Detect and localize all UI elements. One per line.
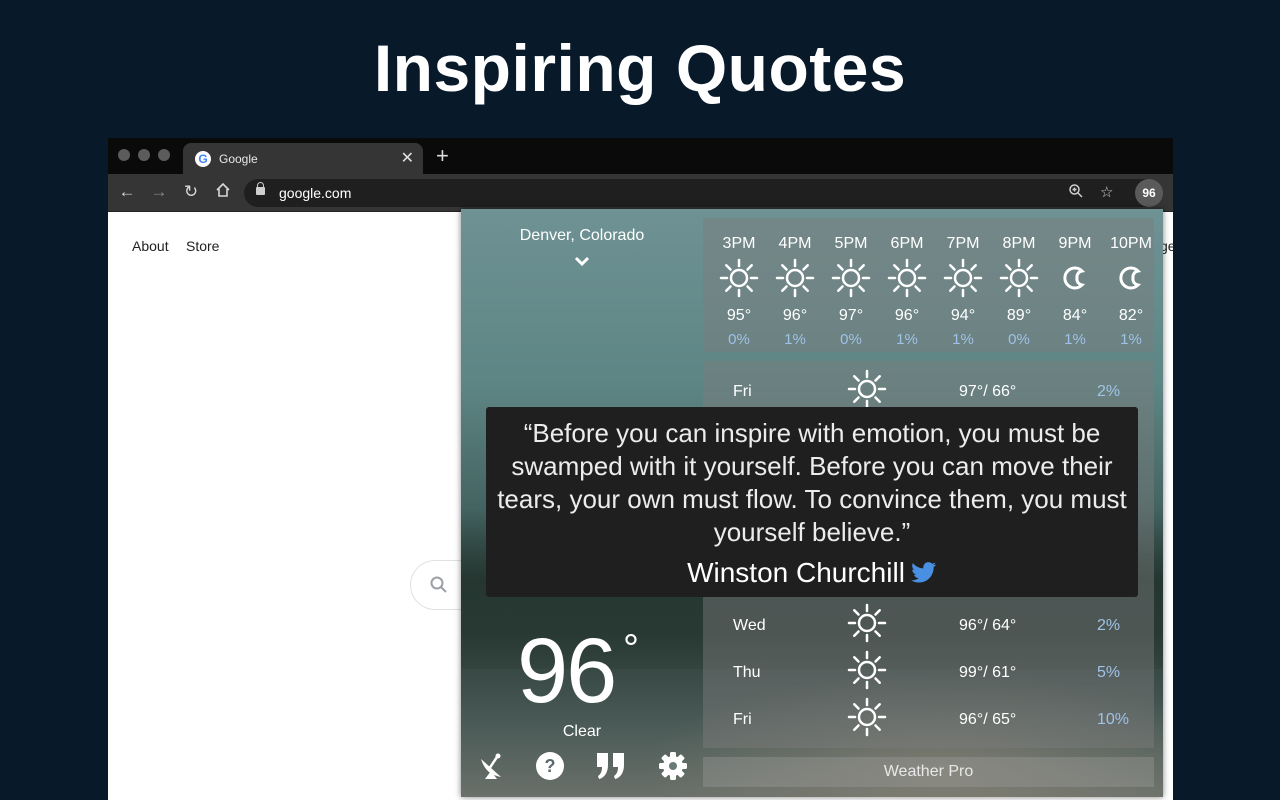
zoom-icon[interactable]: [1068, 183, 1084, 203]
lock-icon: [256, 182, 265, 195]
reload-icon[interactable]: ↻: [180, 182, 202, 202]
hourly-forecast-panel: 3PM 95° 0% 4PM 96° 1% 5PM 97° 0% 6PM 96° 1% 7PM 94° 1%…: [703, 218, 1154, 352]
twitter-icon[interactable]: [911, 559, 937, 591]
hour-temperature: 89°: [1006, 307, 1032, 324]
daily-row[interactable]: Wed 96°/ 64° 2%: [703, 603, 1154, 651]
day-precipitation: 5%: [1097, 664, 1121, 681]
home-icon[interactable]: [212, 182, 234, 203]
hour-time: 10PM: [1110, 235, 1152, 252]
sun-icon: [847, 650, 887, 695]
address-bar[interactable]: google.com ☆: [244, 179, 1160, 207]
degree-symbol: °: [623, 627, 639, 671]
chevron-down-icon[interactable]: [573, 254, 591, 272]
hour-time: 9PM: [1058, 235, 1092, 252]
daily-row[interactable]: Thu 99°/ 61° 5%: [703, 650, 1154, 698]
day-high-low: 96°/ 65°: [959, 711, 1017, 728]
sun-icon: [831, 258, 871, 303]
quote-text: “Before you can inspire with emotion, yo…: [497, 418, 1127, 547]
forward-arrow-icon[interactable]: →: [148, 182, 170, 202]
store-link[interactable]: Store: [186, 238, 219, 254]
bookmark-star-icon[interactable]: ☆: [1100, 183, 1113, 201]
hour-temperature: 94°: [950, 307, 976, 324]
svg-text:?: ?: [545, 756, 556, 776]
quote-author-line: Winston Churchill: [486, 557, 1138, 591]
quote-icon[interactable]: [595, 751, 627, 786]
tab-title: Google: [219, 152, 258, 166]
day-precipitation: 2%: [1097, 383, 1121, 400]
url-text[interactable]: google.com: [279, 185, 351, 201]
hour-precipitation: 0%: [1008, 331, 1030, 348]
sun-icon: [775, 258, 815, 303]
sun-icon: [943, 258, 983, 303]
weather-pro-link[interactable]: Weather Pro: [703, 757, 1154, 787]
day-name: Wed: [733, 617, 766, 634]
hour-temperature: 82°: [1118, 307, 1144, 324]
hour-precipitation: 1%: [784, 331, 806, 348]
hour-time: 8PM: [1002, 235, 1036, 252]
moon-icon: [1111, 258, 1151, 303]
back-arrow-icon[interactable]: ←: [116, 182, 138, 202]
page-headline: Inspiring Quotes: [373, 31, 907, 105]
google-favicon-icon: G: [195, 151, 211, 167]
weather-extension-badge[interactable]: 96: [1135, 179, 1163, 207]
radar-dish-icon[interactable]: [477, 751, 505, 786]
settings-gear-icon[interactable]: [658, 751, 688, 786]
hour-precipitation: 1%: [952, 331, 974, 348]
quote-overlay: “Before you can inspire with emotion, yo…: [486, 407, 1138, 597]
hour-time: 3PM: [722, 235, 756, 252]
tab-close-icon[interactable]: ✕: [401, 148, 414, 168]
day-high-low: 99°/ 61°: [959, 664, 1017, 681]
new-tab-icon[interactable]: +: [436, 143, 449, 169]
hour-time: 6PM: [890, 235, 924, 252]
hour-time: 4PM: [778, 235, 812, 252]
hour-temperature: 84°: [1062, 307, 1088, 324]
hour-precipitation: 0%: [728, 331, 750, 348]
hour-temperature: 96°: [894, 307, 920, 324]
hour-precipitation: 1%: [1064, 331, 1086, 348]
daily-row[interactable]: Fri 96°/ 65° 10%: [703, 697, 1154, 745]
location-label[interactable]: Denver, Colorado: [461, 227, 703, 245]
hour-temperature: 96°: [782, 307, 808, 324]
day-precipitation: 10%: [1097, 711, 1130, 728]
day-name: Fri: [733, 711, 752, 728]
hour-temperature: 97°: [838, 307, 864, 324]
day-name: Fri: [733, 383, 752, 400]
day-name: Thu: [733, 664, 761, 681]
day-high-low: 96°/ 64°: [959, 617, 1017, 634]
hour-time: 7PM: [946, 235, 980, 252]
hour-precipitation: 1%: [896, 331, 918, 348]
current-condition: Clear: [562, 723, 602, 740]
quote-author: Winston Churchill: [687, 557, 905, 588]
hour-precipitation: 0%: [840, 331, 862, 348]
sun-icon: [887, 258, 927, 303]
tab-strip: G Google ✕ +: [108, 138, 1173, 174]
search-icon: [429, 575, 449, 600]
hour-time: 5PM: [834, 235, 868, 252]
sun-icon: [719, 258, 759, 303]
day-precipitation: 2%: [1097, 617, 1121, 634]
hour-precipitation: 1%: [1120, 331, 1142, 348]
sun-icon: [999, 258, 1039, 303]
maximize-window-dot[interactable]: [158, 149, 170, 161]
sun-icon: [847, 697, 887, 742]
about-link[interactable]: About: [132, 238, 169, 254]
moon-icon: [1055, 258, 1095, 303]
hour-temperature: 95°: [726, 307, 752, 324]
day-high-low: 97°/ 66°: [959, 383, 1017, 400]
current-temperature: 96: [517, 620, 617, 722]
sun-icon: [847, 603, 887, 648]
browser-toolbar: ← → ↻ google.com ☆ 96: [108, 174, 1173, 212]
close-window-dot[interactable]: [118, 149, 130, 161]
minimize-window-dot[interactable]: [138, 149, 150, 161]
browser-tab[interactable]: G Google ✕: [183, 143, 423, 174]
help-icon[interactable]: ?: [535, 751, 565, 786]
